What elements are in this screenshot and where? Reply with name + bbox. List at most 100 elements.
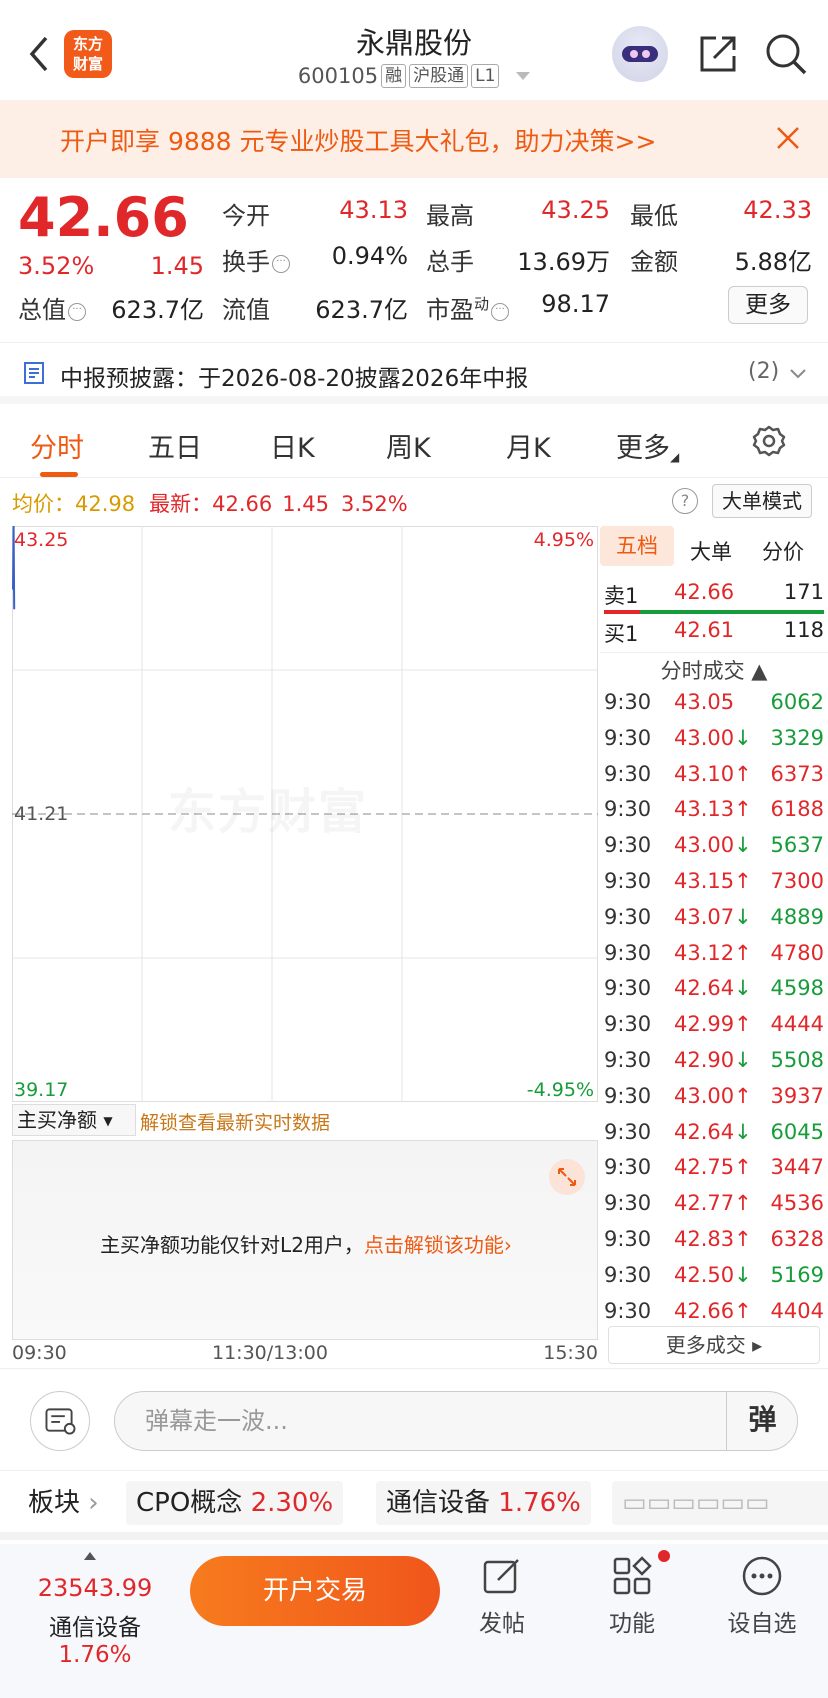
danmu-input[interactable]: 弹幕走一波... bbox=[114, 1391, 798, 1451]
flow-locked-panel: 主买净额功能仅针对L2用户，点击解锁该功能› bbox=[12, 1140, 598, 1340]
bottom-bar: 23543.99 通信设备 1.76% 开户交易 发帖 功能 设自选 bbox=[0, 1544, 828, 1698]
sector-strip: 板块 › CPO概念 2.30% 通信设备 1.76% ▭▭▭▭▭▭ bbox=[0, 1470, 828, 1540]
tab-more-label: 更多 bbox=[616, 433, 670, 464]
tick-price-value: 42.77 bbox=[674, 1191, 735, 1216]
tick-price-value: 43.07 bbox=[674, 904, 735, 929]
close-icon[interactable] bbox=[776, 126, 800, 150]
unlock-link[interactable]: 解锁查看最新实时数据 bbox=[140, 1108, 330, 1135]
sector-item-telecom[interactable]: 通信设备 1.76% bbox=[376, 1481, 591, 1525]
tab-big-orders[interactable]: 大单 bbox=[690, 536, 732, 566]
more-quote-button[interactable]: 更多 bbox=[728, 286, 808, 324]
sector-item-cpo[interactable]: CPO概念 2.30% bbox=[126, 1481, 344, 1525]
stock-code: 600105 bbox=[297, 64, 379, 88]
level-tag: L1 bbox=[471, 64, 500, 88]
tick-time: 9:30 bbox=[604, 1298, 652, 1323]
tick-volume: 4404 bbox=[770, 1298, 824, 1323]
tab-five-levels[interactable]: 五档 bbox=[600, 526, 674, 566]
tick-price-value: 43.12 bbox=[674, 940, 735, 965]
tick-time: 9:30 bbox=[604, 761, 652, 786]
more-circle-icon bbox=[742, 1556, 782, 1596]
tab-intraday[interactable]: 分时 bbox=[30, 426, 84, 465]
change-amount: 1.45 bbox=[150, 252, 204, 280]
tick-price-value: 42.75 bbox=[674, 1155, 735, 1180]
pe-label: 市盈动 ··· bbox=[426, 290, 510, 325]
header: 东方财富 永鼎股份 600105 融沪股通 L1 bbox=[0, 0, 828, 100]
nav-post[interactable]: 发帖 bbox=[452, 1554, 552, 1638]
tick-volume: 4444 bbox=[770, 1012, 824, 1037]
last-price: 42.66 bbox=[18, 186, 189, 249]
tab-weekly-k[interactable]: 周K bbox=[386, 426, 431, 465]
flow-message-text: 主买净额功能仅针对L2用户， bbox=[100, 1233, 364, 1257]
help-icon[interactable]: ? bbox=[672, 488, 698, 514]
tick-price-value: 43.00 bbox=[674, 725, 735, 750]
tab-monthly-k[interactable]: 月K bbox=[506, 426, 551, 465]
chevron-right-icon: › bbox=[88, 1488, 99, 1518]
avg-label: 均价： bbox=[12, 492, 75, 516]
sector-item-partial[interactable]: ▭▭▭▭▭▭ bbox=[612, 1481, 828, 1525]
share-icon[interactable] bbox=[696, 32, 740, 76]
sector-label[interactable]: 板块 › bbox=[18, 1481, 109, 1525]
pe-label-text: 市盈 bbox=[426, 296, 474, 324]
sector-index[interactable]: 23543.99 通信设备 1.76% bbox=[10, 1562, 180, 1668]
tick-time: 9:30 bbox=[604, 1262, 652, 1287]
index-pct: 1.76% bbox=[58, 1642, 132, 1668]
tab-daily-k[interactable]: 日K bbox=[270, 426, 315, 465]
more-trades-button[interactable]: 更多成交 ▸ bbox=[608, 1326, 820, 1364]
flow-select[interactable]: 主买净额 ▼ bbox=[12, 1104, 136, 1136]
chevron-down-icon[interactable] bbox=[790, 369, 806, 379]
robot-avatar-icon[interactable] bbox=[612, 26, 668, 82]
buy-1-price: 42.61 bbox=[674, 618, 735, 642]
margin-tag: 融 bbox=[381, 64, 407, 88]
chevron-down-icon[interactable] bbox=[516, 72, 531, 80]
danmu-toggle-button[interactable]: 弹 bbox=[726, 1391, 798, 1451]
tick-time: 9:30 bbox=[604, 725, 652, 750]
latest-value: 42.66 bbox=[212, 492, 273, 516]
tick-time: 9:30 bbox=[604, 1048, 652, 1072]
tick-row: 9:30 42.83↑ 6328 bbox=[604, 1227, 824, 1263]
volume-label: 总手 bbox=[426, 248, 474, 276]
nav-features[interactable]: 功能 bbox=[582, 1554, 682, 1638]
change-percent: 3.52% bbox=[18, 252, 95, 280]
tick-price-value: 42.64 bbox=[674, 976, 735, 1001]
search-icon[interactable] bbox=[764, 32, 808, 76]
expand-up-triangle-icon[interactable] bbox=[84, 1552, 96, 1560]
tab-five-day[interactable]: 五日 bbox=[148, 426, 202, 465]
tick-row: 9:30 42.77↑ 4536 bbox=[604, 1191, 824, 1227]
high-label: 最高 bbox=[426, 202, 474, 230]
promo-text[interactable]: 开户即享 9888 元专业炒股工具大礼包，助力决策>> bbox=[60, 122, 656, 158]
pe-value: 98.17 bbox=[541, 290, 610, 318]
expand-icon[interactable] bbox=[549, 1159, 585, 1195]
latest-label: 最新： bbox=[149, 492, 213, 516]
y-top-label: 43.25 bbox=[14, 529, 68, 551]
open-account-trade-button[interactable]: 开户交易 bbox=[190, 1556, 440, 1626]
big-order-mode-button[interactable]: 大单模式 bbox=[712, 484, 812, 518]
unlock-feature-link[interactable]: 点击解锁该功能› bbox=[364, 1233, 512, 1257]
promo-banner[interactable]: 开户即享 9888 元专业炒股工具大礼包，助力决策>> bbox=[0, 100, 828, 178]
tick-price-value: 42.90 bbox=[674, 1048, 735, 1072]
tick-row: 9:30 42.75↑ 3447 bbox=[604, 1155, 824, 1191]
gear-icon[interactable] bbox=[752, 424, 786, 458]
low-label: 最低 bbox=[630, 202, 678, 230]
tab-price-volume[interactable]: 分价 bbox=[762, 536, 804, 566]
flow-bar: 主买净额 ▼ 解锁查看最新实时数据 bbox=[12, 1102, 598, 1138]
info-dots-icon[interactable]: ··· bbox=[272, 255, 290, 273]
tick-price: 42.90↓ bbox=[674, 1048, 752, 1072]
open-label: 今开 bbox=[222, 202, 270, 230]
tick-price: 42.83↑ bbox=[674, 1227, 752, 1251]
tick-row: 9:30 43.00↓ 3329 bbox=[604, 726, 824, 762]
tick-time: 9:30 bbox=[604, 940, 652, 965]
tick-price: 43.13↑ bbox=[674, 797, 752, 821]
tick-time: 9:30 bbox=[604, 869, 652, 893]
ticks-title[interactable]: 分时成交 ▲ bbox=[600, 652, 828, 685]
info-dots-icon[interactable]: ··· bbox=[68, 303, 86, 321]
disclosure-row[interactable]: 中报预披露：于2026-08-20披露2026年中报 (2) bbox=[0, 342, 828, 404]
tab-more[interactable]: 更多◢ bbox=[616, 426, 679, 465]
tick-price-value: 42.83 bbox=[674, 1227, 735, 1251]
flow-select-label: 主买净额 bbox=[17, 1108, 97, 1132]
tick-price-value: 42.66 bbox=[674, 1298, 735, 1323]
tick-volume: 5637 bbox=[770, 833, 824, 858]
nav-add-watchlist[interactable]: 设自选 bbox=[712, 1554, 812, 1638]
avg-price-line: 均价：42.98 最新：42.66 1.45 3.52% bbox=[12, 488, 408, 518]
tick-direction-icon: ↓ bbox=[734, 976, 752, 1001]
danmu-settings-icon[interactable] bbox=[30, 1391, 90, 1451]
